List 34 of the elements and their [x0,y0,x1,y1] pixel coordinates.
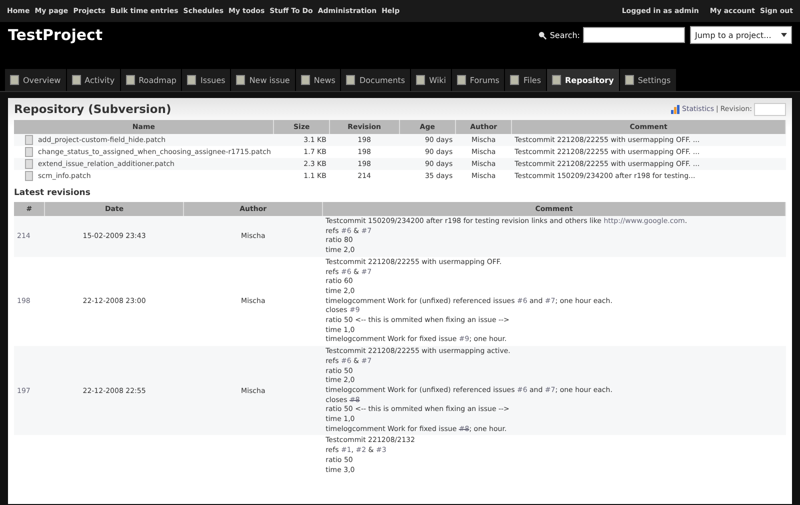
tab[interactable]: Activity [66,69,121,91]
tab-icon [236,75,246,85]
tab-icon [510,75,520,85]
tab[interactable]: Documents [341,69,412,91]
revision-field[interactable] [754,102,786,116]
tab[interactable]: Repository [547,69,620,91]
tab[interactable]: Settings [620,69,677,91]
project-title: TestProject [8,26,103,46]
tab[interactable]: Files [505,69,548,91]
tab[interactable]: New issue [231,69,296,91]
bar-chart-icon [671,104,680,114]
tab[interactable]: Roadmap [120,69,182,91]
tab[interactable]: Issues [182,69,232,91]
tab[interactable]: News [296,69,342,91]
tab-icon [187,75,196,85]
tab-icon [10,75,19,85]
tab-icon [624,75,634,85]
tab-icon [552,75,562,85]
search-label: Search: [550,30,580,40]
search-icon [538,30,547,40]
tab[interactable]: Overview [5,69,67,91]
tab-icon [300,75,310,85]
page-title: Repository (Subversion) [14,102,172,116]
caret-icon [781,33,787,37]
tab[interactable]: Forums [452,69,506,91]
project-dropdown[interactable]: Jump to a project... [690,26,792,44]
tab-icon [346,75,356,85]
section-title: Latest revisions [14,188,92,198]
search-field[interactable] [583,27,685,43]
tab[interactable]: Wiki [411,69,452,91]
tab-icon [416,75,426,85]
tab-icon [72,75,81,85]
tab-icon [126,75,135,85]
tab-icon [456,75,466,85]
